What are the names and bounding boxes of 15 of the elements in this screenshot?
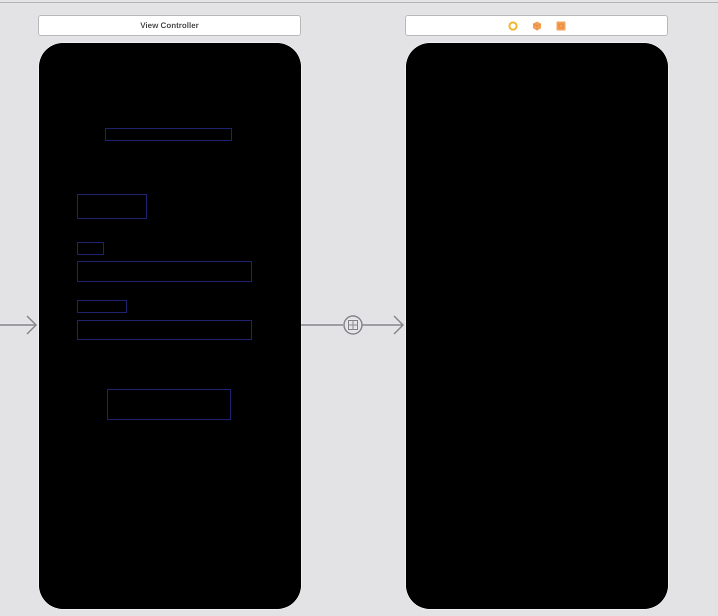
scene-header[interactable] xyxy=(405,15,668,36)
circle-icon[interactable] xyxy=(508,20,518,30)
cube-icon[interactable] xyxy=(532,20,542,30)
element-outline[interactable] xyxy=(107,389,231,420)
element-outline[interactable] xyxy=(77,242,104,255)
element-outline[interactable] xyxy=(77,320,252,340)
element-outline[interactable] xyxy=(105,128,232,141)
entry-arrow xyxy=(0,315,38,335)
segue-arrow[interactable] xyxy=(301,314,405,336)
scene-title: View Controller xyxy=(140,21,199,30)
square-icon[interactable] xyxy=(556,20,566,30)
scene-header[interactable]: View Controller xyxy=(38,15,301,36)
element-outline[interactable] xyxy=(77,300,127,313)
element-outline[interactable] xyxy=(77,194,147,219)
element-outline[interactable] xyxy=(77,261,252,282)
